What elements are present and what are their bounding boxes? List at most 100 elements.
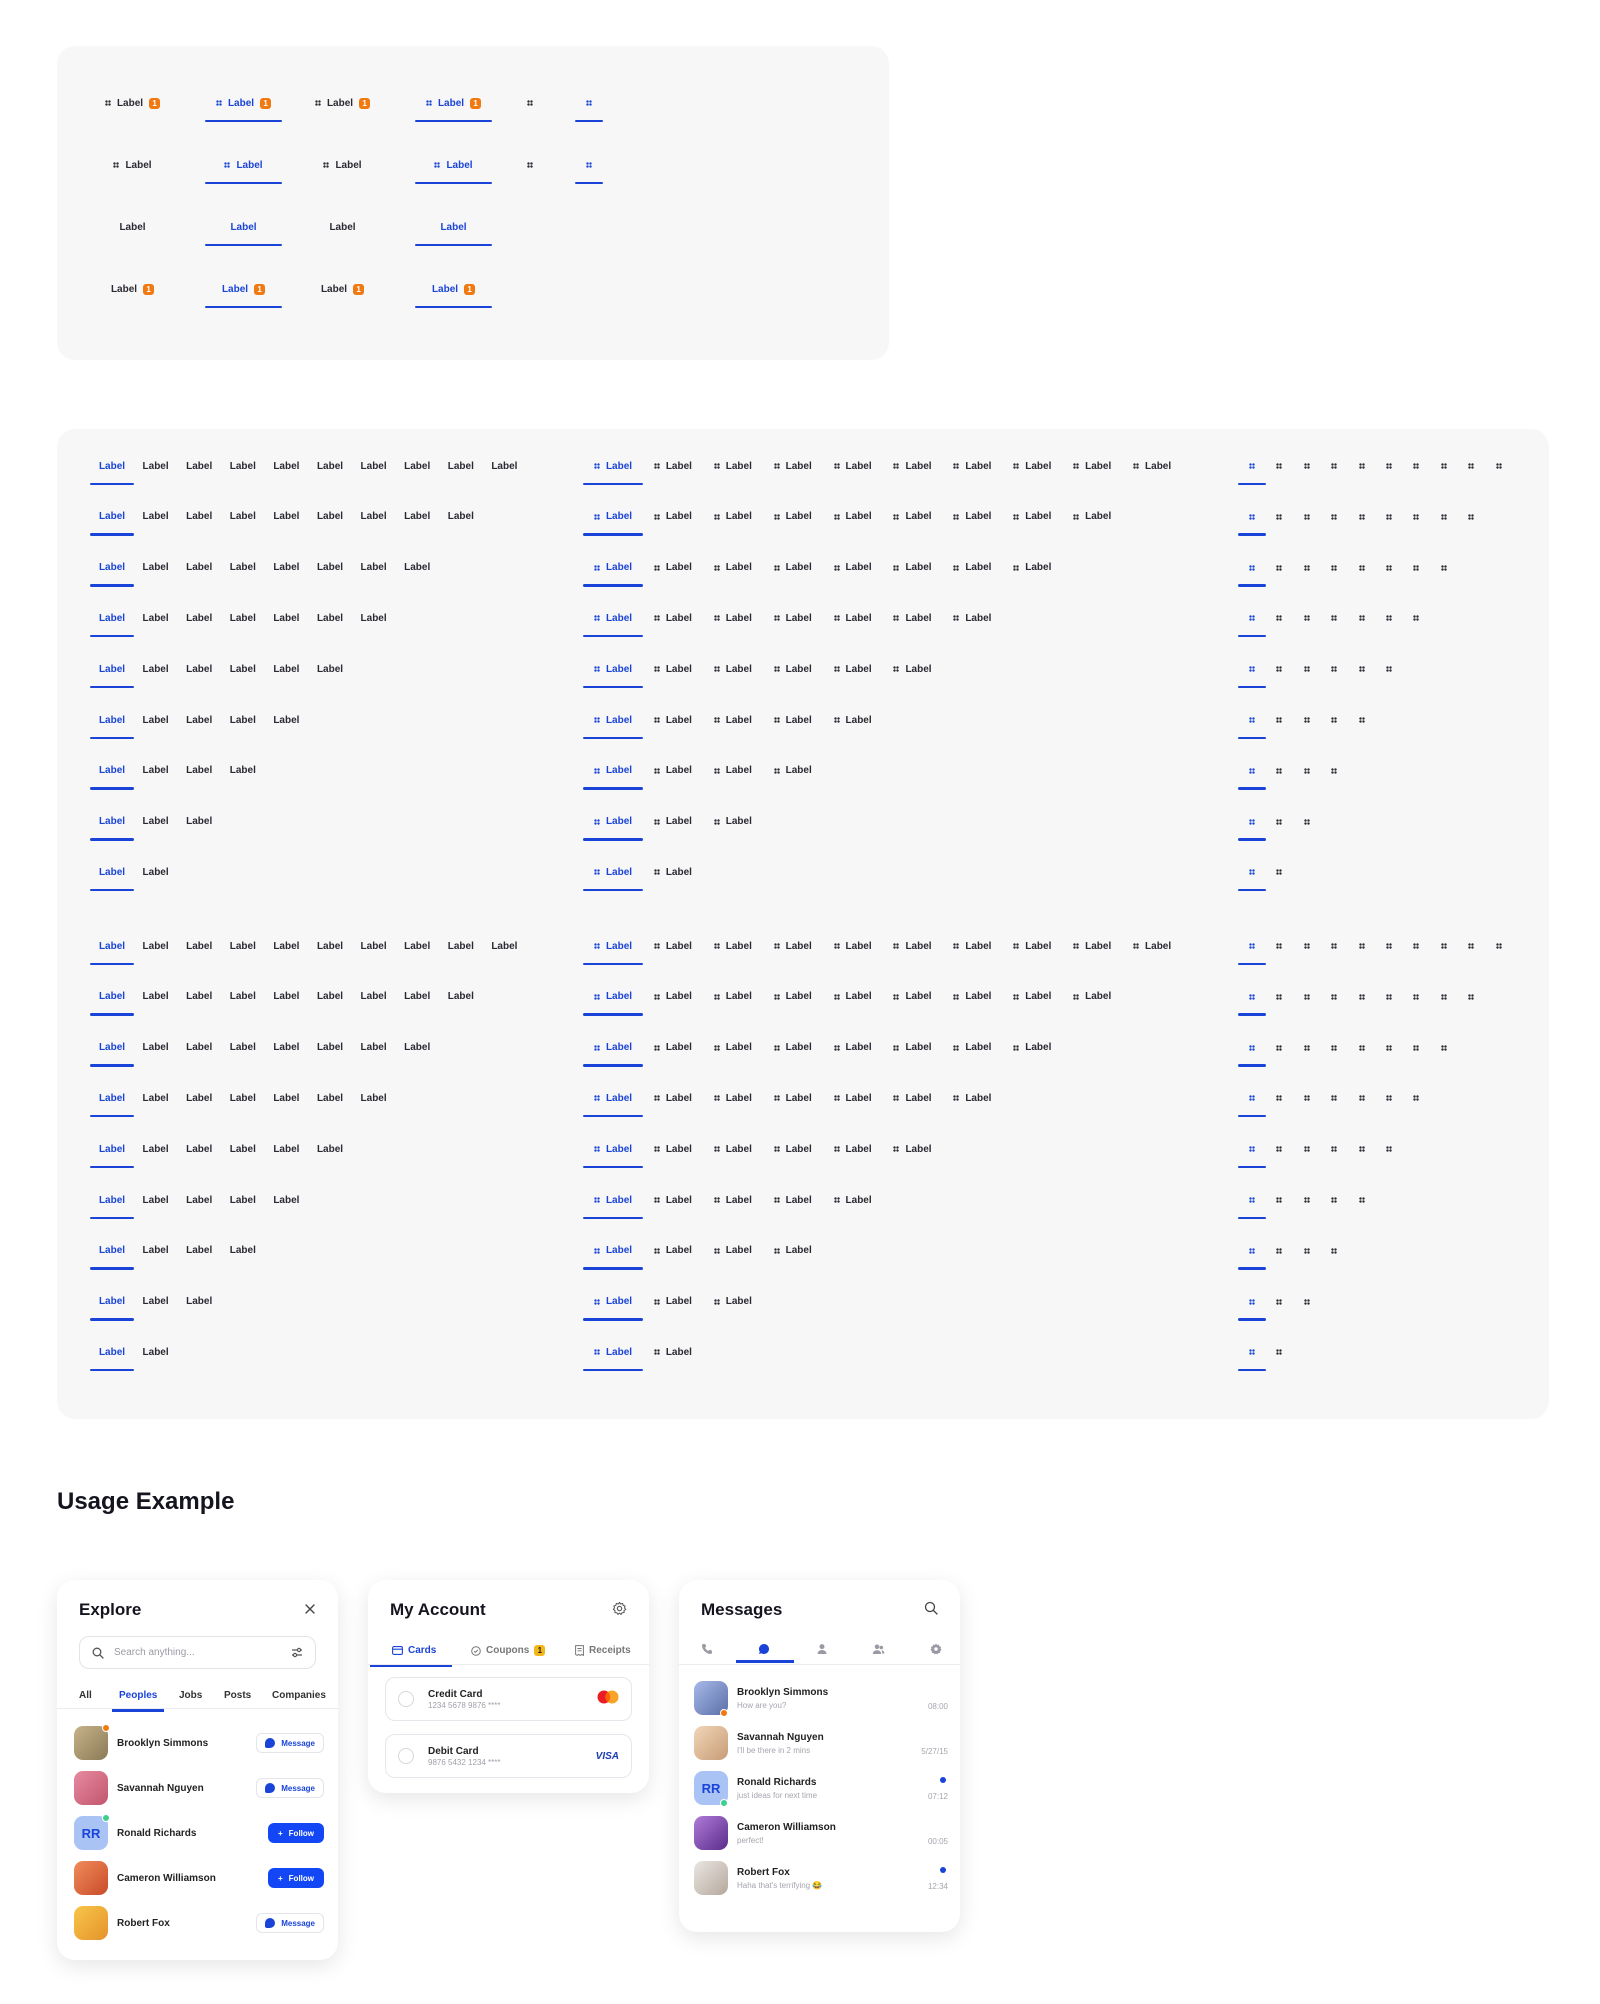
tab[interactable]: Label: [883, 977, 943, 1017]
tab-active[interactable]: Label: [415, 145, 492, 185]
tab[interactable]: [1457, 977, 1485, 1017]
tab-active[interactable]: [1238, 548, 1266, 588]
tab-active[interactable]: Label: [583, 649, 643, 689]
tab[interactable]: [1293, 497, 1321, 537]
tab[interactable]: Label: [703, 598, 763, 638]
tab[interactable]: [1320, 1180, 1348, 1220]
tab[interactable]: [1375, 1078, 1403, 1118]
tab[interactable]: Label: [308, 977, 352, 1017]
tab[interactable]: [1402, 1078, 1430, 1118]
tab[interactable]: Label: [942, 598, 1002, 638]
tab[interactable]: [1348, 598, 1376, 638]
tab[interactable]: [1265, 1078, 1293, 1118]
tab[interactable]: Label: [439, 446, 483, 486]
tab-active[interactable]: Label 1: [205, 83, 282, 123]
tab-active[interactable]: [1238, 1129, 1266, 1169]
tab[interactable]: Label: [308, 548, 352, 588]
tab[interactable]: [1430, 1028, 1458, 1068]
tab[interactable]: Label: [643, 598, 703, 638]
tab[interactable]: [1293, 977, 1321, 1017]
tab[interactable]: [1293, 446, 1321, 486]
tab[interactable]: Label: [883, 446, 943, 486]
tab[interactable]: [1348, 1078, 1376, 1118]
tab-companies[interactable]: Companies: [272, 1690, 326, 1701]
tab[interactable]: Label: [763, 700, 823, 740]
tab[interactable]: Label: [823, 1078, 883, 1118]
tab[interactable]: Label: [308, 1078, 352, 1118]
tab-active[interactable]: Label: [583, 852, 643, 892]
tab-active[interactable]: [1238, 700, 1266, 740]
tab[interactable]: Label: [264, 548, 308, 588]
tab[interactable]: [1320, 700, 1348, 740]
tab[interactable]: [1265, 446, 1293, 486]
tab-active[interactable]: Label: [205, 145, 282, 185]
tab[interactable]: Label: [177, 1129, 221, 1169]
tab[interactable]: Label: [308, 1129, 352, 1169]
tab-active[interactable]: [575, 83, 603, 123]
tab[interactable]: Label: [352, 977, 396, 1017]
tab[interactable]: [1293, 802, 1321, 842]
tab[interactable]: Label: [703, 1129, 763, 1169]
message-thread[interactable]: Brooklyn Simmons How are you? 08:00: [694, 1680, 948, 1717]
tab-cards[interactable]: Cards: [369, 1645, 453, 1667]
tab-user[interactable]: [816, 1643, 830, 1658]
tab-settings[interactable]: [930, 1643, 944, 1658]
tab[interactable]: Label: [264, 1129, 308, 1169]
tab[interactable]: Label: [643, 977, 703, 1017]
tab[interactable]: Label: [177, 1231, 221, 1271]
tab-jobs[interactable]: Jobs: [179, 1690, 202, 1701]
tab[interactable]: Label: [221, 1028, 265, 1068]
tab[interactable]: Label: [883, 497, 943, 537]
tab-active[interactable]: Label: [90, 751, 134, 791]
tab[interactable]: [1320, 446, 1348, 486]
tab[interactable]: Label: [264, 700, 308, 740]
tab[interactable]: Label: [177, 751, 221, 791]
tab[interactable]: Label: [942, 926, 1002, 966]
tab[interactable]: Label: [134, 497, 178, 537]
tab[interactable]: Label: [134, 649, 178, 689]
tab[interactable]: Label: [134, 1282, 178, 1322]
tab[interactable]: [1293, 1231, 1321, 1271]
tab[interactable]: Label: [264, 1028, 308, 1068]
tab[interactable]: [1348, 548, 1376, 588]
message-thread[interactable]: RR Ronald Richards just ideas for next tim…: [694, 1770, 948, 1807]
tab[interactable]: [1457, 926, 1485, 966]
tab[interactable]: Label: [264, 926, 308, 966]
tab-active[interactable]: Label: [583, 700, 643, 740]
tab[interactable]: Label: [264, 1180, 308, 1220]
tab-peoples[interactable]: Peoples: [111, 1690, 165, 1712]
tab-active[interactable]: Label: [583, 1028, 643, 1068]
tab[interactable]: [1320, 977, 1348, 1017]
tab[interactable]: [1348, 977, 1376, 1017]
tab-active[interactable]: Label: [90, 446, 134, 486]
tab[interactable]: [1402, 497, 1430, 537]
tab-active[interactable]: [1238, 1028, 1266, 1068]
tab[interactable]: Label: [308, 1028, 352, 1068]
tab-active[interactable]: [1238, 1332, 1266, 1372]
tab[interactable]: [1293, 649, 1321, 689]
tab[interactable]: Label: [763, 649, 823, 689]
tab[interactable]: [1348, 649, 1376, 689]
filter-icon[interactable]: [291, 1647, 303, 1659]
tab[interactable]: Label: [221, 1231, 265, 1271]
tab[interactable]: Label: [703, 446, 763, 486]
tab[interactable]: Label: [221, 926, 265, 966]
tab[interactable]: Label: [94, 207, 171, 247]
tab[interactable]: Label: [352, 1078, 396, 1118]
payment-option[interactable]: Credit Card 1234 5678 9876 ****: [385, 1677, 632, 1721]
tab[interactable]: Label: [703, 1028, 763, 1068]
tab[interactable]: Label: [221, 1129, 265, 1169]
radio-button[interactable]: [398, 1748, 414, 1764]
tab[interactable]: [1265, 852, 1293, 892]
tab[interactable]: Label: [304, 145, 381, 185]
tab[interactable]: Label: [482, 446, 526, 486]
tab-coupons[interactable]: Coupons 1: [471, 1645, 546, 1656]
tab-active[interactable]: Label: [90, 548, 134, 588]
tab-active[interactable]: [1238, 1282, 1266, 1322]
tab[interactable]: Label: [482, 926, 526, 966]
tab[interactable]: Label: [395, 977, 439, 1017]
tab[interactable]: Label: [439, 977, 483, 1017]
tab-active[interactable]: [1238, 446, 1266, 486]
tab-active[interactable]: [1238, 802, 1266, 842]
tab[interactable]: [1375, 598, 1403, 638]
